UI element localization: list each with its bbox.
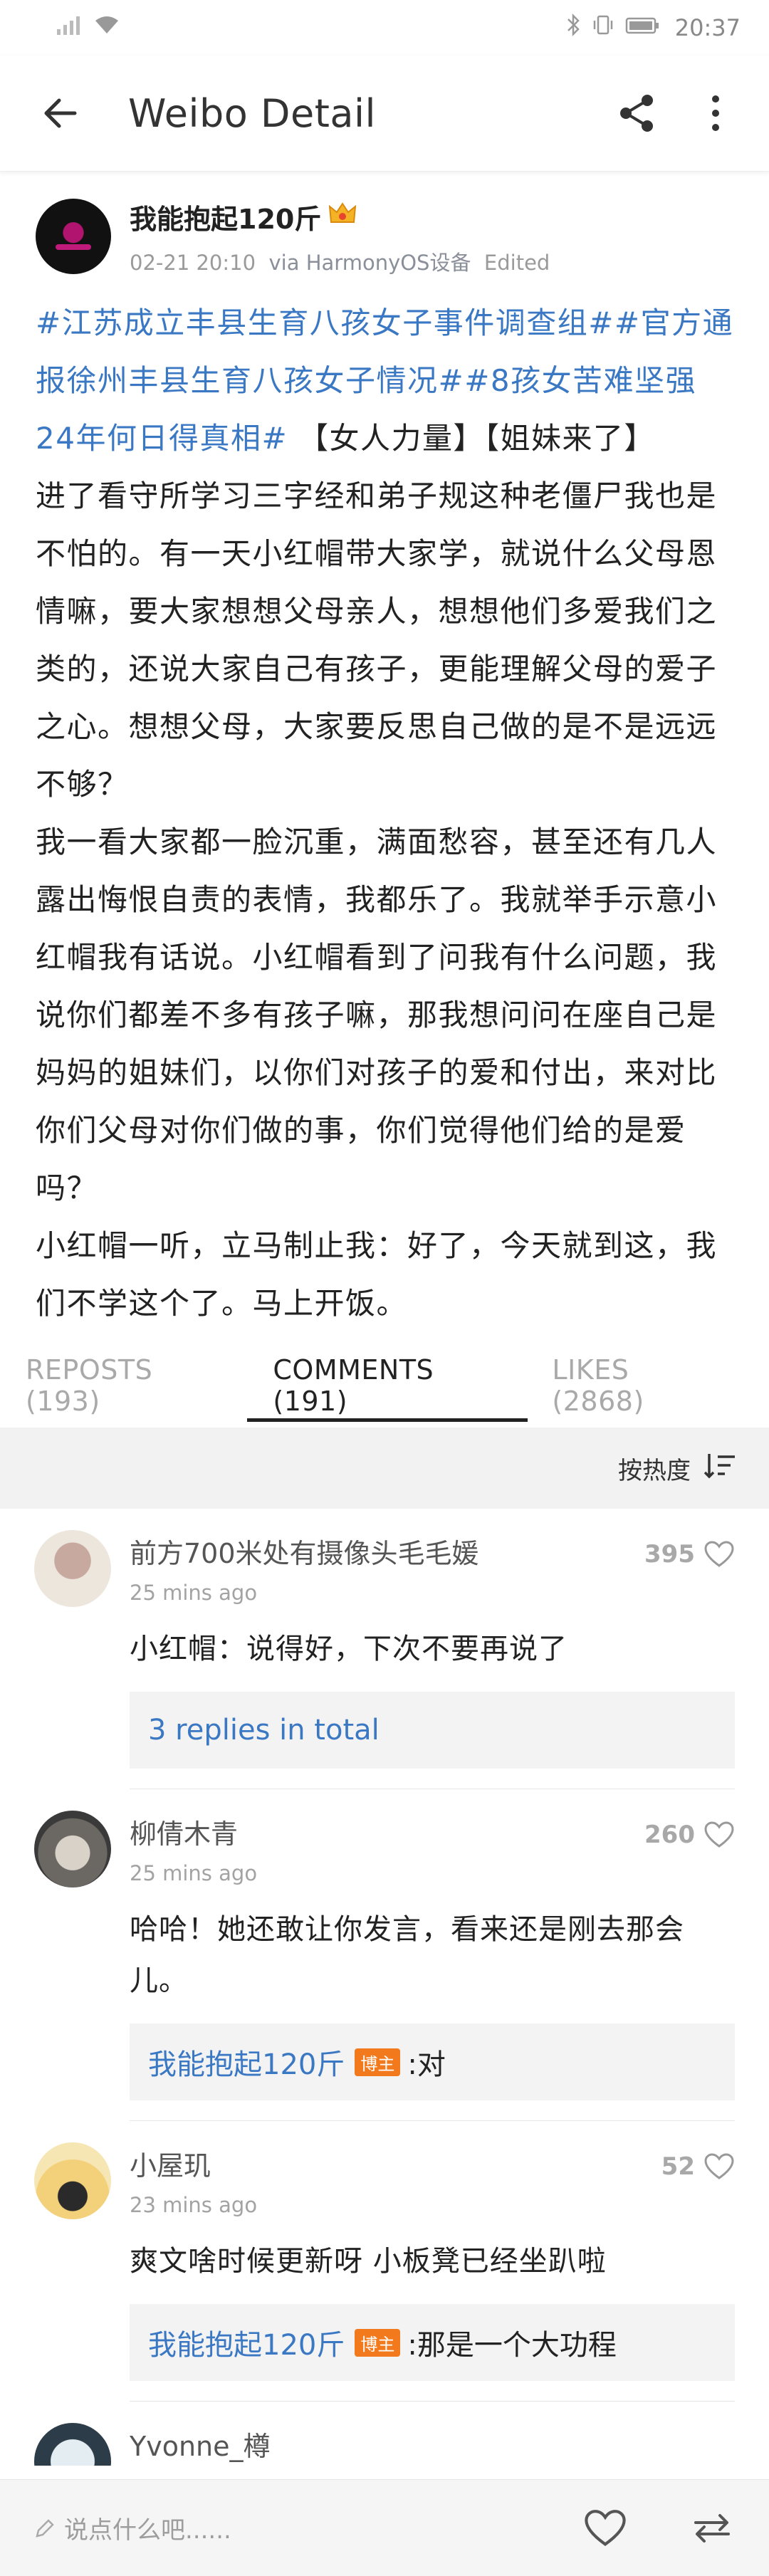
arrow-left-icon	[44, 98, 77, 128]
comment-input[interactable]: 说点什么吧......	[34, 2510, 527, 2545]
more-vertical-icon	[712, 95, 719, 131]
vibrate-icon	[591, 14, 615, 41]
author-name-row: 我能抱起120斤	[130, 197, 550, 236]
comment-author[interactable]: 小屋玑	[130, 2144, 257, 2183]
page-title: Weibo Detail	[128, 90, 377, 136]
heart-icon	[704, 1541, 734, 1567]
comment-input-placeholder: 说点什么吧......	[64, 2516, 231, 2545]
signal-icon	[56, 15, 84, 41]
share-icon	[620, 95, 653, 132]
post-paragraph: 我一看大家都一脸沉重，满面愁容，甚至还有几人露出悔恨自责的表情，我都乐了。我就举…	[36, 824, 718, 1205]
post-body: #江苏成立丰县生育八孩女子事件调查组##官方通报徐州丰县生育八孩女子情况##8孩…	[36, 294, 735, 1332]
status-time: 20:37	[674, 14, 741, 41]
reply-preview[interactable]: 我能抱起120斤 博主 :对	[130, 2023, 735, 2100]
like-button[interactable]: 395	[644, 1540, 735, 1569]
reply-text: :那是一个大功程	[407, 2329, 617, 2362]
wifi-icon	[94, 15, 120, 41]
pencil-icon	[36, 2518, 54, 2538]
comment-body: Yvonne_樽	[130, 2423, 735, 2466]
comment-item: Yvonne_樽	[0, 2402, 769, 2466]
comment-item: 柳倩木青 25 mins ago 260 哈哈！她还敢让你发言，看来还是刚去那会…	[0, 1789, 769, 2121]
post-paragraph: 小红帽一听，立马制止我：好了，今天就到这，我们不学这个了。马上开饭。	[36, 1228, 718, 1321]
tab-comments[interactable]: COMMENTS (191)	[247, 1344, 528, 1428]
tab-reposts[interactable]: REPOSTS (193)	[26, 1344, 223, 1428]
comment-body: 柳倩木青 25 mins ago 260 哈哈！她还敢让你发言，看来还是刚去那会…	[130, 1811, 735, 2121]
reply-author[interactable]: 我能抱起120斤	[148, 2322, 345, 2363]
comment-text: 小红帽：说得好，下次不要再说了	[130, 1633, 567, 1665]
comment-text: 哈哈！她还敢让你发言，看来还是刚去那会儿。	[130, 1913, 684, 1997]
comment-header: 柳倩木青 25 mins ago 260	[130, 1811, 735, 1885]
comment-time: 25 mins ago	[130, 1861, 258, 1885]
repost-button[interactable]	[684, 2500, 741, 2557]
comment-body: 前方700米处有摄像头毛毛媛 25 mins ago 395 小红帽：说得好，下…	[130, 1530, 735, 1789]
more-button[interactable]	[691, 88, 741, 138]
author-info: 我能抱起120斤 02-21 20:10 via HarmonyOS设备 Edi…	[130, 197, 550, 276]
avatar[interactable]	[36, 199, 111, 274]
comment-text: 爽文啥时候更新呀 小板凳已经坐趴啦	[130, 2245, 607, 2278]
like-count: 52	[661, 2152, 695, 2181]
post-topic-suffix: 【女人力量】【姐妹来了】	[288, 421, 655, 456]
status-right: 20:37	[565, 13, 741, 42]
avatar[interactable]	[34, 1530, 111, 1607]
replies-summary-link[interactable]: 3 replies in total	[130, 1692, 735, 1769]
crown-badge-icon	[328, 201, 357, 233]
comment-time: 25 mins ago	[130, 1581, 258, 1605]
post-edited: Edited	[483, 250, 550, 275]
like-button[interactable]: 260	[644, 1821, 735, 1849]
author-name[interactable]: 我能抱起120斤	[130, 197, 321, 236]
like-count: 395	[644, 1540, 695, 1569]
comment-time: 23 mins ago	[130, 2193, 258, 2217]
post: 我能抱起120斤 02-21 20:10 via HarmonyOS设备 Edi…	[0, 172, 769, 1332]
sort-icon[interactable]	[703, 1451, 736, 1486]
avatar[interactable]	[34, 2142, 111, 2219]
app-bar: Weibo Detail	[0, 56, 769, 172]
heart-icon	[704, 2153, 734, 2179]
post-author-row: 我能抱起120斤 02-21 20:10 via HarmonyOS设备 Edi…	[36, 194, 735, 278]
author-badge: 博主	[355, 2328, 401, 2357]
post-via: via HarmonyOS设备	[268, 250, 471, 275]
bottom-action-bar: 说点什么吧......	[0, 2479, 769, 2576]
battery-icon	[625, 16, 661, 41]
post-meta: 02-21 20:10 via HarmonyOS设备 Edited	[130, 246, 550, 276]
comment-author[interactable]: 柳倩木青	[130, 1812, 257, 1851]
post-topic-line: #江苏成立丰县生育八孩女子事件调查组##官方通报徐州丰县生育八孩女子情况##8孩…	[36, 294, 735, 467]
like-button[interactable]: 52	[661, 2152, 735, 2181]
heart-icon	[585, 2509, 626, 2546]
comment-item: 小屋玑 23 mins ago 52 爽文啥时候更新呀 小板凳已经坐趴啦 我能抱…	[0, 2121, 769, 2402]
tab-likes[interactable]: LIKES (2868)	[552, 1344, 719, 1428]
post-paragraph: 进了看守所学习三字经和弟子规这种老僵尸我也是不怕的。有一天小红帽带大家学，就说什…	[36, 478, 718, 802]
reply-preview[interactable]: 我能抱起120斤 博主 :那是一个大功程	[130, 2304, 735, 2381]
share-button[interactable]	[612, 88, 662, 138]
like-count: 260	[644, 1821, 695, 1849]
comment-header: 小屋玑 23 mins ago 52	[130, 2142, 735, 2217]
status-bar: 20:37	[0, 0, 769, 56]
tab-bar: REPOSTS (193) COMMENTS (191) LIKES (2868…	[0, 1344, 769, 1428]
repost-icon	[694, 2513, 730, 2543]
avatar[interactable]	[34, 1811, 111, 1888]
status-left	[56, 15, 120, 41]
sort-label[interactable]: 按热度	[618, 1451, 691, 1486]
comment-header: 前方700米处有摄像头毛毛媛 25 mins ago 395	[130, 1530, 735, 1605]
post-date: 02-21 20:10	[130, 250, 256, 275]
comment-item: 前方700米处有摄像头毛毛媛 25 mins ago 395 小红帽：说得好，下…	[0, 1509, 769, 1789]
back-button[interactable]	[36, 88, 85, 138]
like-post-button[interactable]	[577, 2500, 634, 2557]
author-badge: 博主	[355, 2048, 401, 2076]
bluetooth-icon	[565, 13, 581, 42]
reply-text: :对	[407, 2048, 446, 2081]
reply-author[interactable]: 我能抱起120斤	[148, 2041, 345, 2083]
comment-body: 小屋玑 23 mins ago 52 爽文啥时候更新呀 小板凳已经坐趴啦 我能抱…	[130, 2142, 735, 2402]
heart-icon	[704, 1821, 734, 1848]
comment-author[interactable]: Yvonne_樽	[130, 2424, 735, 2464]
hashtag-link[interactable]: #江苏成立丰县生育八孩女子事件调查组#	[36, 305, 614, 340]
avatar[interactable]	[34, 2423, 111, 2466]
sort-bar: 按热度	[0, 1428, 769, 1509]
comment-author[interactable]: 前方700米处有摄像头毛毛媛	[130, 1532, 479, 1571]
